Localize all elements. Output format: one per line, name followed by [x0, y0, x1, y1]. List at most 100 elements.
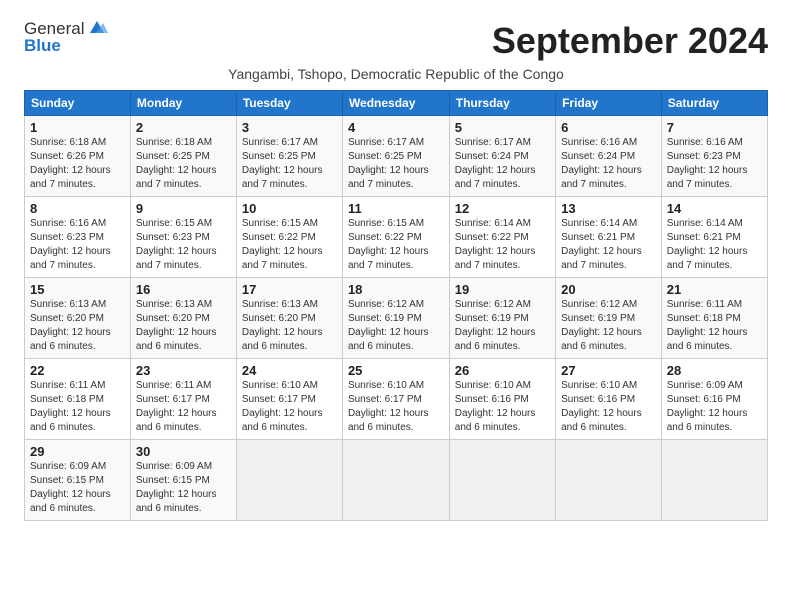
day-cell: 25Sunrise: 6:10 AM Sunset: 6:17 PM Dayli…	[342, 359, 449, 440]
day-cell: 2Sunrise: 6:18 AM Sunset: 6:25 PM Daylig…	[130, 116, 236, 197]
day-info: Sunrise: 6:13 AM Sunset: 6:20 PM Dayligh…	[136, 298, 231, 354]
day-cell	[342, 440, 449, 521]
day-info: Sunrise: 6:12 AM Sunset: 6:19 PM Dayligh…	[348, 298, 444, 354]
day-info: Sunrise: 6:12 AM Sunset: 6:19 PM Dayligh…	[455, 298, 550, 354]
day-number: 26	[455, 363, 550, 378]
day-cell: 9Sunrise: 6:15 AM Sunset: 6:23 PM Daylig…	[130, 197, 236, 278]
day-cell: 6Sunrise: 6:16 AM Sunset: 6:24 PM Daylig…	[556, 116, 662, 197]
header-sunday: Sunday	[25, 91, 131, 116]
day-number: 12	[455, 201, 550, 216]
day-info: Sunrise: 6:14 AM Sunset: 6:21 PM Dayligh…	[561, 217, 656, 273]
day-cell	[449, 440, 555, 521]
day-number: 21	[667, 282, 762, 297]
header-friday: Friday	[556, 91, 662, 116]
day-number: 15	[30, 282, 125, 297]
day-number: 16	[136, 282, 231, 297]
day-info: Sunrise: 6:11 AM Sunset: 6:18 PM Dayligh…	[30, 379, 125, 435]
day-number: 14	[667, 201, 762, 216]
day-number: 28	[667, 363, 762, 378]
day-info: Sunrise: 6:18 AM Sunset: 6:25 PM Dayligh…	[136, 136, 231, 192]
day-info: Sunrise: 6:15 AM Sunset: 6:22 PM Dayligh…	[348, 217, 444, 273]
day-number: 2	[136, 120, 231, 135]
calendar-table: SundayMondayTuesdayWednesdayThursdayFrid…	[24, 90, 768, 521]
day-cell: 30Sunrise: 6:09 AM Sunset: 6:15 PM Dayli…	[130, 440, 236, 521]
day-info: Sunrise: 6:17 AM Sunset: 6:25 PM Dayligh…	[242, 136, 337, 192]
day-cell	[661, 440, 767, 521]
day-number: 29	[30, 444, 125, 459]
day-info: Sunrise: 6:16 AM Sunset: 6:23 PM Dayligh…	[30, 217, 125, 273]
day-info: Sunrise: 6:15 AM Sunset: 6:22 PM Dayligh…	[242, 217, 337, 273]
day-info: Sunrise: 6:09 AM Sunset: 6:16 PM Dayligh…	[667, 379, 762, 435]
day-info: Sunrise: 6:14 AM Sunset: 6:21 PM Dayligh…	[667, 217, 762, 273]
day-info: Sunrise: 6:10 AM Sunset: 6:16 PM Dayligh…	[561, 379, 656, 435]
header-thursday: Thursday	[449, 91, 555, 116]
header-monday: Monday	[130, 91, 236, 116]
month-title: September 2024	[492, 20, 768, 62]
day-cell: 18Sunrise: 6:12 AM Sunset: 6:19 PM Dayli…	[342, 278, 449, 359]
day-number: 6	[561, 120, 656, 135]
week-row-4: 22Sunrise: 6:11 AM Sunset: 6:18 PM Dayli…	[25, 359, 768, 440]
week-row-5: 29Sunrise: 6:09 AM Sunset: 6:15 PM Dayli…	[25, 440, 768, 521]
day-info: Sunrise: 6:10 AM Sunset: 6:16 PM Dayligh…	[455, 379, 550, 435]
day-cell: 28Sunrise: 6:09 AM Sunset: 6:16 PM Dayli…	[661, 359, 767, 440]
day-cell: 3Sunrise: 6:17 AM Sunset: 6:25 PM Daylig…	[236, 116, 342, 197]
day-info: Sunrise: 6:11 AM Sunset: 6:17 PM Dayligh…	[136, 379, 231, 435]
day-info: Sunrise: 6:14 AM Sunset: 6:22 PM Dayligh…	[455, 217, 550, 273]
day-info: Sunrise: 6:13 AM Sunset: 6:20 PM Dayligh…	[242, 298, 337, 354]
day-cell: 8Sunrise: 6:16 AM Sunset: 6:23 PM Daylig…	[25, 197, 131, 278]
day-number: 18	[348, 282, 444, 297]
day-info: Sunrise: 6:10 AM Sunset: 6:17 PM Dayligh…	[242, 379, 337, 435]
day-cell: 24Sunrise: 6:10 AM Sunset: 6:17 PM Dayli…	[236, 359, 342, 440]
day-number: 7	[667, 120, 762, 135]
header-tuesday: Tuesday	[236, 91, 342, 116]
day-cell: 22Sunrise: 6:11 AM Sunset: 6:18 PM Dayli…	[25, 359, 131, 440]
day-info: Sunrise: 6:17 AM Sunset: 6:25 PM Dayligh…	[348, 136, 444, 192]
day-number: 3	[242, 120, 337, 135]
week-row-3: 15 Sunrise: 6:13 AM Sunset: 6:20 PM Dayli…	[25, 278, 768, 359]
day-info: Sunrise: 6:17 AM Sunset: 6:24 PM Dayligh…	[455, 136, 550, 192]
day-cell: 16Sunrise: 6:13 AM Sunset: 6:20 PM Dayli…	[130, 278, 236, 359]
day-number: 11	[348, 201, 444, 216]
day-cell: 11Sunrise: 6:15 AM Sunset: 6:22 PM Dayli…	[342, 197, 449, 278]
day-cell	[556, 440, 662, 521]
day-cell: 12Sunrise: 6:14 AM Sunset: 6:22 PM Dayli…	[449, 197, 555, 278]
day-number: 5	[455, 120, 550, 135]
day-number: 13	[561, 201, 656, 216]
header-saturday: Saturday	[661, 91, 767, 116]
day-cell: 17Sunrise: 6:13 AM Sunset: 6:20 PM Dayli…	[236, 278, 342, 359]
day-cell: 29Sunrise: 6:09 AM Sunset: 6:15 PM Dayli…	[25, 440, 131, 521]
header-wednesday: Wednesday	[342, 91, 449, 116]
day-info: Sunrise: 6:11 AM Sunset: 6:18 PM Dayligh…	[667, 298, 762, 354]
day-cell: 4Sunrise: 6:17 AM Sunset: 6:25 PM Daylig…	[342, 116, 449, 197]
day-cell: 26Sunrise: 6:10 AM Sunset: 6:16 PM Dayli…	[449, 359, 555, 440]
day-cell	[236, 440, 342, 521]
day-number: 1	[30, 120, 125, 135]
day-info: Sunrise: 6:16 AM Sunset: 6:24 PM Dayligh…	[561, 136, 656, 192]
day-cell: 10Sunrise: 6:15 AM Sunset: 6:22 PM Dayli…	[236, 197, 342, 278]
day-number: 9	[136, 201, 231, 216]
day-info: Sunrise: 6:12 AM Sunset: 6:19 PM Dayligh…	[561, 298, 656, 354]
day-number: 8	[30, 201, 125, 216]
day-cell: 15Sunrise: 6:13 AM Sunset: 6:20 PM Dayli…	[25, 278, 131, 359]
day-cell: 13Sunrise: 6:14 AM Sunset: 6:21 PM Dayli…	[556, 197, 662, 278]
calendar-header-row: SundayMondayTuesdayWednesdayThursdayFrid…	[25, 91, 768, 116]
day-number: 10	[242, 201, 337, 216]
day-info: Sunrise: 6:15 AM Sunset: 6:23 PM Dayligh…	[136, 217, 231, 273]
day-number: 19	[455, 282, 550, 297]
day-cell: 5Sunrise: 6:17 AM Sunset: 6:24 PM Daylig…	[449, 116, 555, 197]
day-number: 30	[136, 444, 231, 459]
day-cell: 21Sunrise: 6:11 AM Sunset: 6:18 PM Dayli…	[661, 278, 767, 359]
day-info: Sunrise: 6:16 AM Sunset: 6:23 PM Dayligh…	[667, 136, 762, 192]
day-cell: 19Sunrise: 6:12 AM Sunset: 6:19 PM Dayli…	[449, 278, 555, 359]
day-number: 20	[561, 282, 656, 297]
day-info: Sunrise: 6:18 AM Sunset: 6:26 PM Dayligh…	[30, 136, 125, 192]
logo-general: General	[24, 20, 84, 37]
day-cell: 7Sunrise: 6:16 AM Sunset: 6:23 PM Daylig…	[661, 116, 767, 197]
day-cell: 1Sunrise: 6:18 AM Sunset: 6:26 PM Daylig…	[25, 116, 131, 197]
logo-blue: Blue	[24, 37, 108, 54]
day-number: 22	[30, 363, 125, 378]
day-cell: 23Sunrise: 6:11 AM Sunset: 6:17 PM Dayli…	[130, 359, 236, 440]
logo: General Blue	[24, 20, 108, 54]
day-number: 4	[348, 120, 444, 135]
day-info: Sunrise: 6:10 AM Sunset: 6:17 PM Dayligh…	[348, 379, 444, 435]
